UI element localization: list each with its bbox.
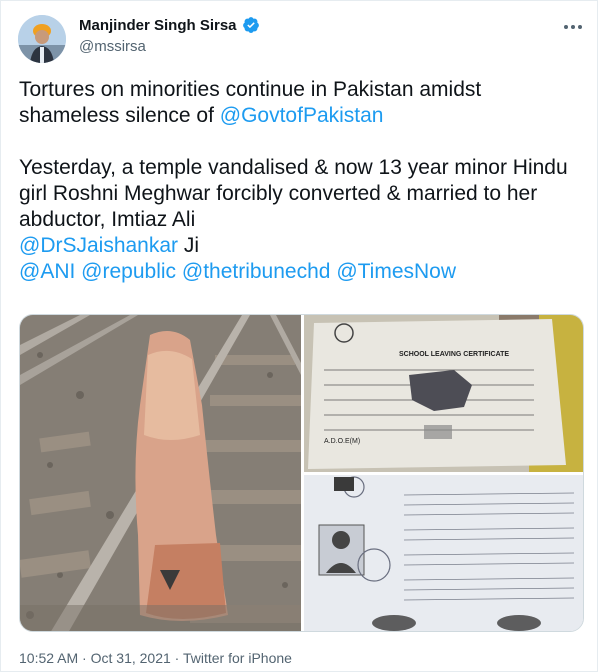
tweet-source[interactable]: Twitter for iPhone xyxy=(183,650,292,666)
author-handle[interactable]: @mssirsa xyxy=(79,38,146,55)
tweet-card: Manjinder Singh Sirsa @mssirsa Tortures … xyxy=(0,0,598,672)
mention-ani[interactable]: @ANI xyxy=(19,260,75,283)
tweet-spacer xyxy=(19,129,579,155)
tweet-paragraph-2: Yesterday, a temple vandalised & now 13 … xyxy=(19,155,579,285)
certificate-title: SCHOOL LEAVING CERTIFICATE xyxy=(399,351,509,358)
certificate-footer: A.D.O.E(M) xyxy=(324,438,360,445)
mention-timesnow[interactable]: @TimesNow xyxy=(336,260,456,283)
separator-2: · xyxy=(170,650,183,666)
photo-railway-track[interactable] xyxy=(20,315,301,631)
tweet-date[interactable]: Oct 31, 2021 xyxy=(91,650,171,666)
mention-thetribunechd[interactable]: @thetribunechd xyxy=(182,260,331,283)
tweet-paragraph-1: Tortures on minorities continue in Pakis… xyxy=(19,77,579,129)
tweet-ji: Ji xyxy=(178,234,200,257)
author-name[interactable]: Manjinder Singh Sirsa xyxy=(79,17,237,34)
photo-affidavit[interactable] xyxy=(304,475,583,631)
more-options-icon[interactable] xyxy=(561,15,585,39)
photo-certificate[interactable]: SCHOOL LEAVING CERTIFICATE A.D.O.E(M) xyxy=(304,315,583,472)
media-grid: SCHOOL LEAVING CERTIFICATE A.D.O.E(M) xyxy=(19,314,584,632)
tweet-line-2: Yesterday, a temple vandalised & now 13 … xyxy=(19,156,568,231)
mention-drsjaishankar[interactable]: @DrSJaishankar xyxy=(19,234,178,257)
author-row: Manjinder Singh Sirsa xyxy=(79,16,260,34)
separator: · xyxy=(78,650,91,666)
mention-republic[interactable]: @republic xyxy=(81,260,176,283)
tweet-text: Tortures on minorities continue in Pakis… xyxy=(19,77,579,285)
verified-badge-icon xyxy=(242,17,259,33)
mention-govtofpakistan[interactable]: @GovtofPakistan xyxy=(220,104,384,127)
tweet-time[interactable]: 10:52 AM xyxy=(19,650,78,666)
avatar[interactable] xyxy=(18,15,66,63)
tweet-timestamp: 10:52 AM · Oct 31, 2021 · Twitter for iP… xyxy=(19,650,292,666)
